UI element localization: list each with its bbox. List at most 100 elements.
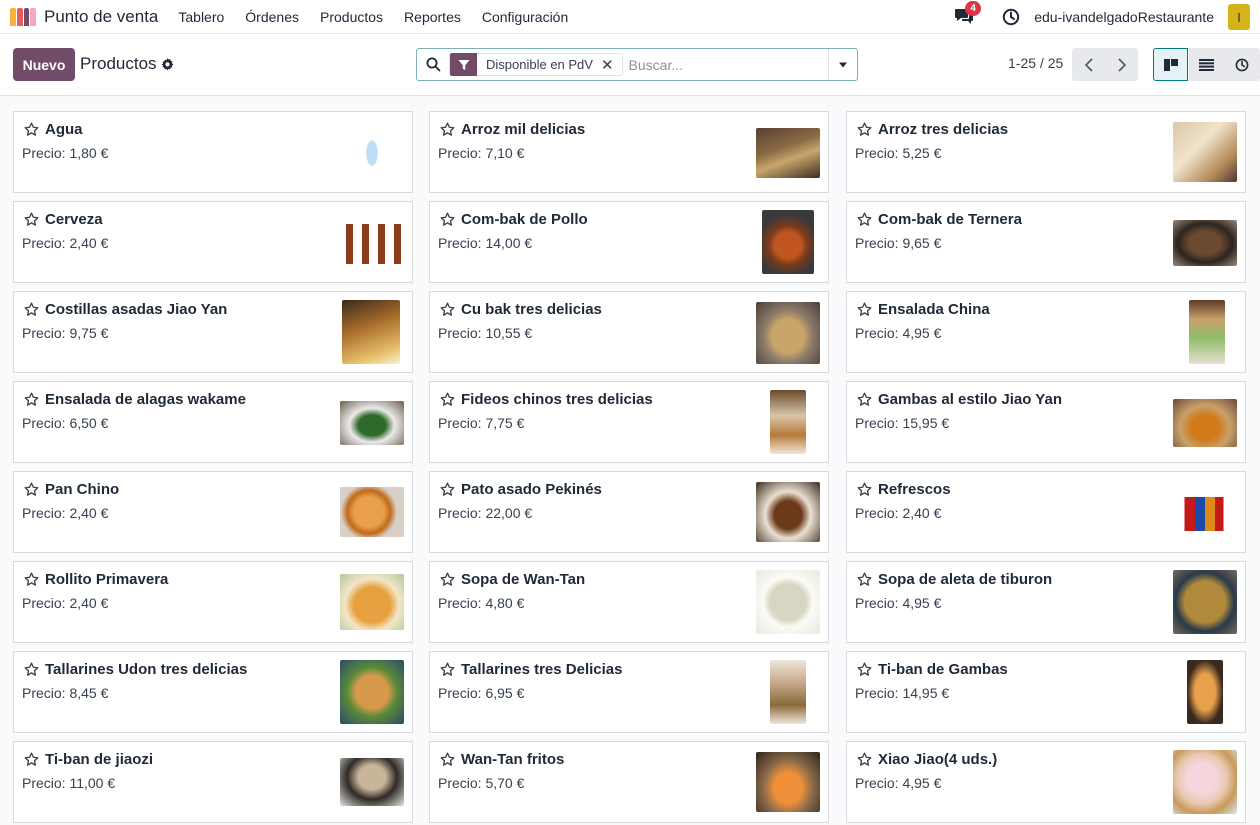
price-value: 2,40 € [69,235,109,251]
product-card[interactable]: Costillas asadas Jiao Yan Precio: 9,75 € [13,291,413,373]
product-price: Precio: 2,40 € [855,505,941,521]
product-card[interactable]: Tallarines Udon tres delicias Precio: 8,4… [13,651,413,733]
new-button[interactable]: Nuevo [13,48,75,81]
pager-previous-button[interactable] [1072,48,1105,81]
list-icon [1199,58,1214,71]
product-card[interactable]: Com-bak de Pollo Precio: 14,00 € [429,201,829,283]
company-switcher[interactable]: edu-ivandelgadoRestaurante [1034,9,1214,25]
favorite-star-icon[interactable] [24,482,39,497]
product-price: Precio: 10,55 € [438,325,532,341]
product-image-fried-wonton [756,752,820,812]
product-card[interactable]: Rollito Primavera Precio: 2,40 € [13,561,413,643]
favorite-star-icon[interactable] [857,212,872,227]
favorite-star-icon[interactable] [24,122,39,137]
favorite-star-icon[interactable] [857,122,872,137]
messages-button[interactable]: 4 [954,1,982,27]
breadcrumb: Productos [80,54,174,74]
menu-reportes[interactable]: Reportes [404,9,461,25]
product-card[interactable]: Pan Chino Precio: 2,40 € [13,471,413,553]
favorite-star-icon[interactable] [440,122,455,137]
product-image-dumplings-plate [340,758,404,806]
filter-icon [450,53,477,76]
favorite-star-icon[interactable] [857,392,872,407]
search-options-toggle[interactable] [828,49,857,80]
pager-next-button[interactable] [1105,48,1138,81]
favorite-star-icon[interactable] [440,392,455,407]
price-value: 7,75 € [485,415,525,431]
product-card[interactable]: Cu bak tres delicias Precio: 10,55 € [429,291,829,373]
top-navbar: Punto de venta Tablero Órdenes Productos… [0,0,1260,34]
favorite-star-icon[interactable] [440,212,455,227]
user-avatar[interactable]: I [1228,4,1250,30]
product-name: Tallarines Udon tres delicias [45,661,248,678]
product-card[interactable]: Sopa de aleta de tiburon Precio: 4,95 € [846,561,1246,643]
favorite-star-icon[interactable] [440,752,455,767]
price-prefix: Precio: [855,145,903,161]
favorite-star-icon[interactable] [24,392,39,407]
menu-ordenes[interactable]: Órdenes [245,9,299,25]
product-card[interactable]: Xiao Jiao(4 uds.) Precio: 4,95 € [846,741,1246,823]
product-card[interactable]: Gambas al estilo Jiao Yan Precio: 15,95 € [846,381,1246,463]
product-card[interactable]: Ensalada de alagas wakame Precio: 6,50 € [13,381,413,463]
product-name: Agua [45,121,83,138]
product-name: Refrescos [878,481,951,498]
list-view-button[interactable] [1189,48,1224,81]
price-value: 14,00 € [485,235,533,251]
product-card[interactable]: Arroz tres delicias Precio: 5,25 € [846,111,1246,193]
price-value: 10,55 € [485,325,533,341]
favorite-star-icon[interactable] [857,572,872,587]
search-input[interactable] [628,53,828,76]
product-card[interactable]: Ti-ban de Gambas Precio: 14,95 € [846,651,1246,733]
favorite-star-icon[interactable] [440,662,455,677]
product-card[interactable]: Tallarines tres Delicias Precio: 6,95 € [429,651,829,733]
product-card[interactable]: Ensalada China Precio: 4,95 € [846,291,1246,373]
favorite-star-icon[interactable] [857,752,872,767]
product-name: Pato asado Pekinés [461,481,602,498]
product-card[interactable]: Wan-Tan fritos Precio: 5,70 € [429,741,829,823]
menu-tablero[interactable]: Tablero [178,9,224,25]
favorite-star-icon[interactable] [857,302,872,317]
favorite-star-icon[interactable] [440,302,455,317]
app-logo-icon[interactable] [10,7,36,26]
product-name: Wan-Tan fritos [461,751,565,768]
favorite-star-icon[interactable] [24,662,39,677]
product-card[interactable]: Sopa de Wan-Tan Precio: 4,80 € [429,561,829,643]
menu-configuracion[interactable]: Configuración [482,9,568,25]
product-image-beef-dish [1173,220,1237,266]
product-card[interactable]: Fideos chinos tres delicias Precio: 7,75 … [429,381,829,463]
product-card[interactable]: Com-bak de Ternera Precio: 9,65 € [846,201,1246,283]
product-card[interactable]: Agua Precio: 1,80 € [13,111,413,193]
pager-value[interactable]: 1-25 / 25 [1008,55,1063,71]
favorite-star-icon[interactable] [24,572,39,587]
product-card[interactable]: Pato asado Pekinés Precio: 22,00 € [429,471,829,553]
favorite-star-icon[interactable] [440,482,455,497]
product-card[interactable]: Arroz mil delicias Precio: 7,10 € [429,111,829,193]
product-name: Cerveza [45,211,103,228]
product-image-noodle-plate [770,660,806,724]
activity-clock-icon[interactable] [1002,8,1020,26]
menu-productos[interactable]: Productos [320,9,383,25]
product-image-water-bottle [358,122,386,184]
favorite-star-icon[interactable] [24,302,39,317]
product-card[interactable]: Refrescos Precio: 2,40 € [846,471,1246,553]
favorite-star-icon[interactable] [857,482,872,497]
favorite-star-icon[interactable] [440,572,455,587]
app-name[interactable]: Punto de venta [44,7,158,27]
product-card[interactable]: Ti-ban de jiaozi Precio: 11,00 € [13,741,413,823]
search-icon[interactable] [417,57,449,72]
activity-view-button[interactable] [1224,48,1260,81]
product-name: Xiao Jiao(4 uds.) [878,751,998,768]
product-card[interactable]: Cerveza Precio: 2,40 € [13,201,413,283]
kanban-view-button[interactable] [1153,48,1188,81]
product-name: Tallarines tres Delicias [461,661,623,678]
facet-remove-icon[interactable]: ✕ [601,56,622,74]
favorite-star-icon[interactable] [857,662,872,677]
price-prefix: Precio: [438,415,486,431]
product-image-soda-cans [1181,497,1227,531]
gear-icon[interactable] [161,57,174,71]
favorite-star-icon[interactable] [24,212,39,227]
favorite-star-icon[interactable] [24,752,39,767]
product-name: Ensalada China [878,301,990,318]
product-price: Precio: 14,95 € [855,685,949,701]
search-bar: Disponible en PdV ✕ [416,48,858,81]
